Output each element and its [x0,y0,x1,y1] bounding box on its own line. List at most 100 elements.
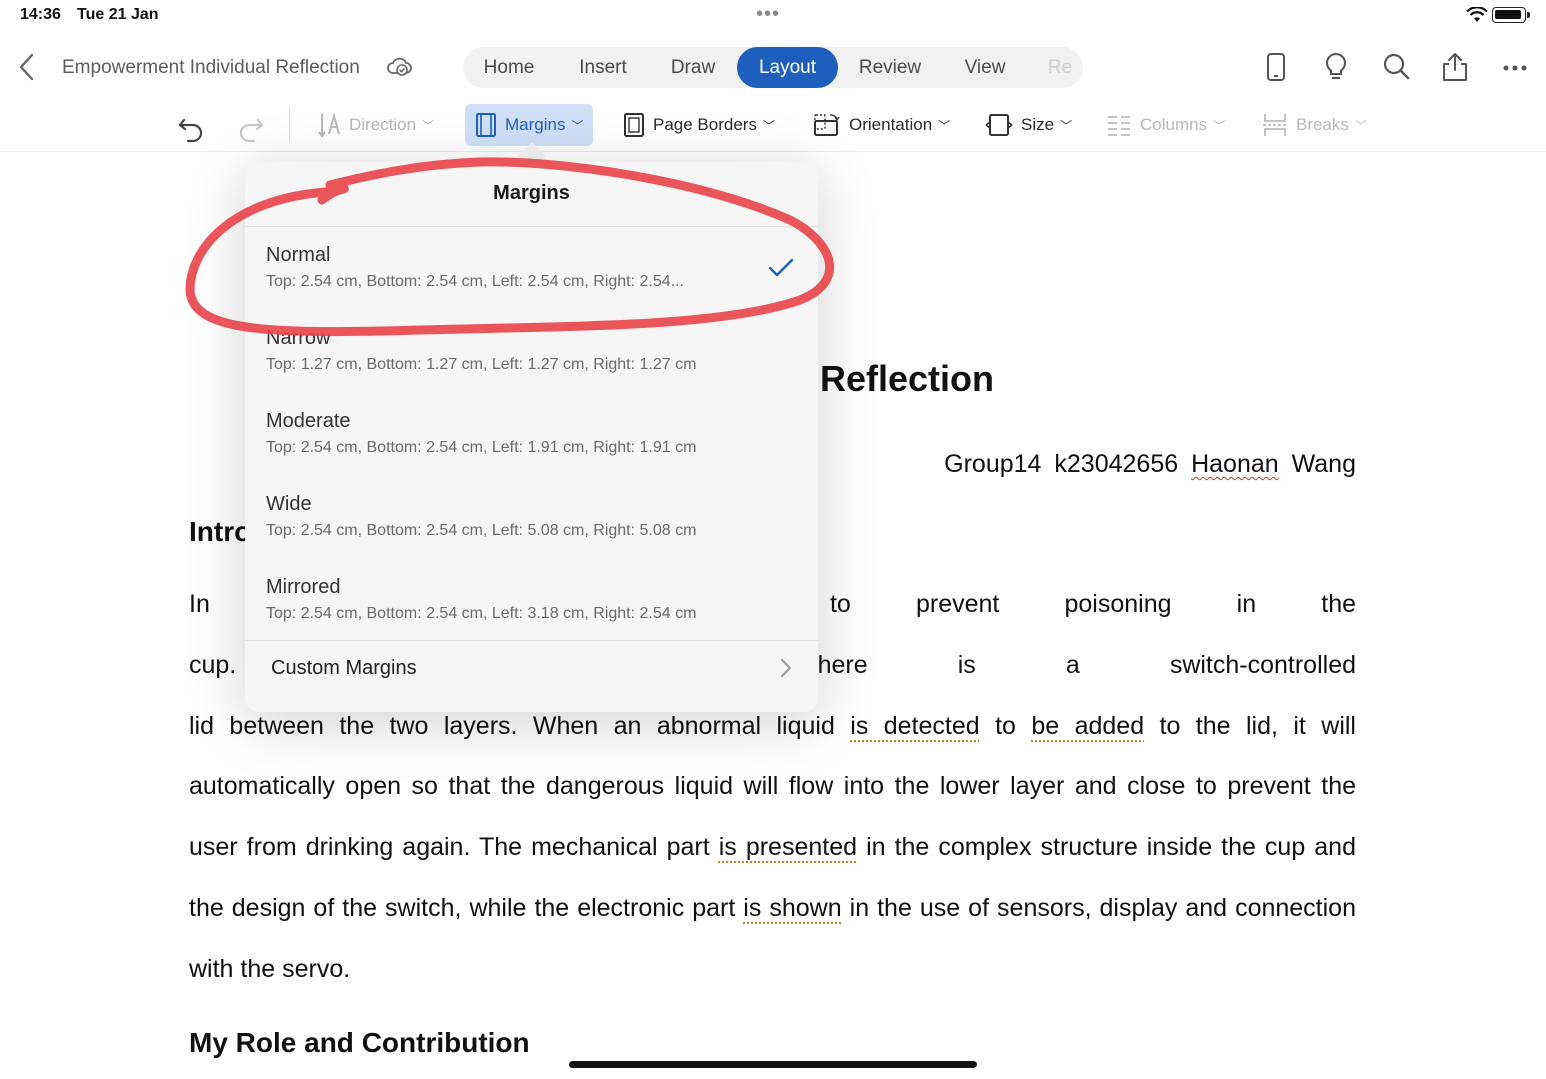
back-chevron-icon[interactable] [14,52,40,82]
option-description: Top: 2.54 cm, Bottom: 2.54 cm, Left: 2.5… [266,273,684,290]
orientation-label: Orientation [849,115,933,134]
share-icon[interactable] [1441,52,1469,82]
tab-draw[interactable]: Draw [649,47,737,88]
tab-view[interactable]: View [941,47,1029,88]
app-header: Empowerment Individual Reflection Home I… [0,38,1546,98]
option-name: Moderate [266,410,351,432]
option-description: Top: 2.54 cm, Bottom: 2.54 cm, Left: 1.9… [266,439,697,456]
breaks-button[interactable]: Breaks ﹀ [1262,104,1367,146]
tab-home[interactable]: Home [463,47,555,88]
wifi-icon [1466,7,1488,22]
author-line: Group14 k23042656 Haonan Wang [944,450,1356,479]
grammar-flag[interactable]: is detected [850,712,979,740]
page-size-icon [985,114,1013,136]
option-name: Normal [266,244,331,266]
more-options-icon[interactable] [1502,64,1528,72]
margins-label: Margins [505,115,566,134]
page-borders-icon [624,113,644,137]
page-borders-label: Page Borders [653,115,757,134]
undo-icon[interactable] [176,108,206,150]
option-description: Top: 2.54 cm, Bottom: 2.54 cm, Left: 3.1… [266,605,697,622]
author-id: k23042656 [1054,450,1179,478]
custom-margins-button[interactable]: Custom Margins [271,657,417,680]
orientation-button[interactable]: Orientation ﹀ [813,104,950,146]
text-direction-icon [318,112,340,138]
line-3-text: to the lid, it will [1159,712,1356,740]
document-title[interactable]: Empowerment Individual Reflection [62,57,360,79]
ribbon-divider [289,108,290,142]
line-5-text: user from drinking again. The mechanical… [189,833,710,861]
columns-icon [1108,116,1130,136]
line-5-text: in the complex structure inside the cup … [866,833,1356,861]
phone-view-icon[interactable] [1265,52,1287,82]
size-button[interactable]: Size ﹀ [985,104,1072,146]
breaks-icon [1263,114,1287,136]
tab-layout[interactable]: Layout [737,47,838,88]
layout-ribbon: Direction ﹀ Margins ﹀ Page Borders ﹀ Ori… [0,100,1546,152]
divider [245,640,818,641]
margins-popover: Margins Normal Top: 2.54 cm, Bottom: 2.5… [245,162,818,712]
grammar-flag[interactable]: is shown [743,894,841,922]
introduction-heading: Intro [189,516,252,547]
chevron-down-icon: ﹀ [571,118,584,133]
grammar-flag[interactable]: be added [1031,712,1144,740]
breaks-label: Breaks [1296,115,1349,134]
tab-references-partial[interactable]: Re [1037,47,1083,88]
size-label: Size [1021,115,1055,134]
option-name: Wide [266,493,312,515]
margin-option-normal[interactable]: Normal Top: 2.54 cm, Bottom: 2.54 cm, Le… [266,244,796,291]
line-6-text: the design of the switch, while the elec… [189,894,736,922]
orientation-icon [814,114,840,136]
divider [245,226,818,227]
battery-icon [1492,7,1530,23]
checkmark-icon [768,258,794,277]
status-bar: 14:36 Tue 21 Jan ••• [0,0,1546,34]
lightbulb-icon[interactable] [1323,52,1349,82]
popover-title: Margins [493,182,570,204]
status-date: Tue 21 Jan [77,6,159,23]
direction-label: Direction [349,115,417,134]
option-description: Top: 1.27 cm, Bottom: 1.27 cm, Left: 1.2… [266,356,697,373]
option-name: Mirrored [266,576,341,598]
paragraph-line-7: with the servo. [189,955,351,983]
margin-option-moderate[interactable]: Moderate Top: 2.54 cm, Bottom: 2.54 cm, … [266,410,796,457]
ribbon-tabs: Home Insert Draw Layout Review View Re [463,47,1083,88]
chevron-down-icon: ﹀ [1060,118,1073,133]
option-name: Narrow [266,327,331,349]
search-icon[interactable] [1382,52,1410,82]
chevron-down-icon: ﹀ [422,118,435,133]
redo-icon[interactable] [236,108,266,150]
paragraph-line-5: user from drinking again. The mechanical… [189,833,1356,862]
author-last-name: Wang [1291,450,1356,478]
direction-button[interactable]: Direction ﹀ [317,104,434,146]
margin-option-narrow[interactable]: Narrow Top: 1.27 cm, Bottom: 1.27 cm, Le… [266,327,796,374]
line-6-text: in the use of sensors, display and conne… [849,894,1356,922]
margin-option-wide[interactable]: Wide Top: 2.54 cm, Bottom: 2.54 cm, Left… [266,493,796,540]
option-description: Top: 2.54 cm, Bottom: 2.54 cm, Left: 5.0… [266,522,697,539]
chevron-down-icon: ﹀ [762,118,775,133]
home-indicator[interactable] [569,1061,977,1068]
tab-review[interactable]: Review [844,47,936,88]
tab-insert[interactable]: Insert [557,47,649,88]
multitasking-dots[interactable]: ••• [756,4,780,24]
columns-button[interactable]: Columns ﹀ [1106,104,1225,146]
line-3-text: lid between the two layers. When an abno… [189,712,835,740]
page-borders-button[interactable]: Page Borders ﹀ [623,104,775,146]
chevron-down-icon: ﹀ [1213,118,1226,133]
document-heading: Reflection [820,358,995,399]
chevron-down-icon: ﹀ [938,118,951,133]
author-group: Group14 [944,450,1042,478]
paragraph-line-4: automatically open so that the dangerous… [189,772,1356,800]
paragraph-line-6: the design of the switch, while the elec… [189,894,1356,923]
grammar-flag[interactable]: is presented [719,833,857,861]
line-3-text: to [995,712,1016,740]
cloud-sync-icon[interactable] [386,54,412,78]
columns-label: Columns [1140,115,1208,134]
margins-icon [476,113,496,137]
paragraph-line-3: lid between the two layers. When an abno… [189,712,1356,741]
margins-button[interactable]: Margins ﹀ [465,104,594,146]
chevron-right-icon [781,659,791,677]
author-first-name: Haonan [1191,450,1279,478]
role-heading: My Role and Contribution [189,1027,530,1058]
margin-option-mirrored[interactable]: Mirrored Top: 2.54 cm, Bottom: 2.54 cm, … [266,576,796,623]
